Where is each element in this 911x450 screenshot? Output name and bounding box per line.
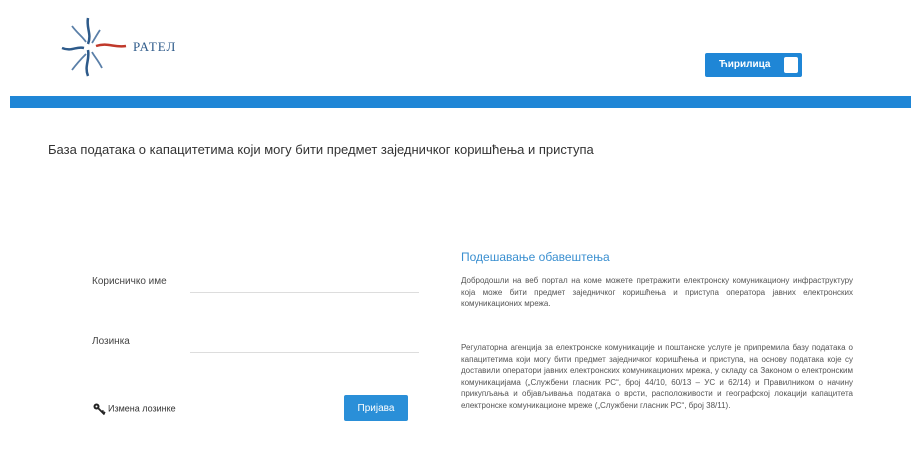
username-label: Корисничко име bbox=[92, 276, 167, 287]
change-password-label: Измена лозинке bbox=[108, 403, 176, 414]
info-title: Подешавање обавештења bbox=[461, 250, 610, 264]
ratel-logo-icon bbox=[61, 17, 127, 77]
toggle-knob[interactable] bbox=[784, 57, 798, 73]
language-toggle-label: Ћирилица bbox=[719, 59, 771, 70]
change-password-link[interactable]: Измена лозинке bbox=[92, 402, 176, 416]
language-toggle[interactable]: Ћирилица bbox=[705, 53, 802, 77]
login-button[interactable]: Пријава bbox=[344, 395, 408, 421]
username-input[interactable] bbox=[190, 268, 419, 293]
password-input[interactable] bbox=[190, 328, 419, 353]
page-title: База података о капацитетима који могу б… bbox=[48, 142, 594, 157]
info-paragraph-1: Добродошли на веб портал на коме можете … bbox=[461, 276, 853, 308]
logo[interactable]: РАТЕЛ bbox=[58, 12, 198, 82]
info-paragraph-2: Регулаторна агенција за електронске кому… bbox=[461, 343, 853, 410]
header-divider-bar bbox=[10, 96, 911, 108]
logo-text: РАТЕЛ bbox=[133, 39, 177, 54]
password-label: Лозинка bbox=[92, 336, 130, 347]
header: РАТЕЛ Ћирилица bbox=[0, 0, 911, 96]
key-icon bbox=[92, 402, 106, 416]
